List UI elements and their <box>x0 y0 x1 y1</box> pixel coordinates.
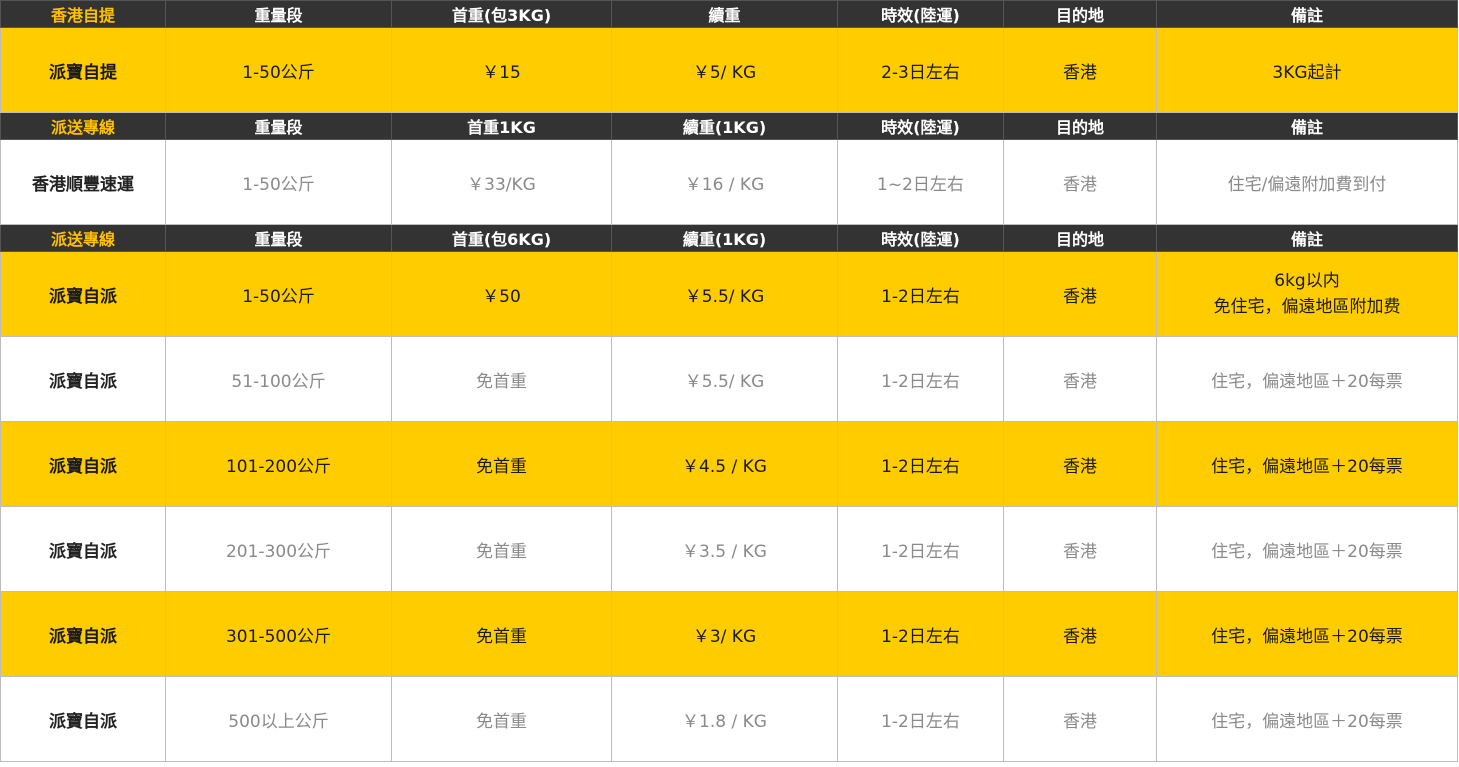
remarks: 住宅，偏遠地區＋20每票 <box>1156 676 1458 762</box>
destination: 香港 <box>1003 336 1157 422</box>
column-header-weight: 重量段 <box>165 112 392 140</box>
transit-time: 1-2日左右 <box>837 506 1004 592</box>
remarks-line-2: 免住宅，偏遠地區附加费 <box>1213 297 1401 317</box>
column-header-additional-weight: 續重(1KG) <box>611 112 838 140</box>
transit-time: 1-2日左右 <box>837 676 1004 762</box>
shipping-rates-table: 香港自提 重量段 首重(包3KG) 續重 時效(陸運) 目的地 備註 派寶自提 … <box>0 0 1458 762</box>
section-title: 香港自提 <box>0 0 166 28</box>
header-row-sf-express: 派送專線 重量段 首重1KG 續重(1KG) 時效(陸運) 目的地 備註 <box>0 112 1458 140</box>
additional-weight-price: ￥5.5/ KG <box>611 336 838 422</box>
destination: 香港 <box>1003 421 1157 507</box>
table-row: 派寶自派 1-50公斤 ￥50 ￥5.5/ KG 1-2日左右 香港 6kg以内… <box>0 251 1458 337</box>
remarks: 住宅，偏遠地區＋20每票 <box>1156 421 1458 507</box>
table-row: 派寶自派 51-100公斤 免首重 ￥5.5/ KG 1-2日左右 香港 住宅，… <box>0 336 1458 422</box>
remarks: 住宅/偏遠附加費到付 <box>1156 139 1458 225</box>
column-header-destination: 目的地 <box>1003 224 1157 252</box>
header-row-self-delivery: 派送專線 重量段 首重(包6KG) 續重(1KG) 時效(陸運) 目的地 備註 <box>0 224 1458 252</box>
weight-range: 1-50公斤 <box>165 27 392 113</box>
first-weight-price: ￥15 <box>391 27 612 113</box>
header-row-pickup: 香港自提 重量段 首重(包3KG) 續重 時效(陸運) 目的地 備註 <box>0 0 1458 28</box>
destination: 香港 <box>1003 676 1157 762</box>
column-header-transit-time: 時效(陸運) <box>837 224 1004 252</box>
column-header-transit-time: 時效(陸運) <box>837 112 1004 140</box>
remarks: 住宅，偏遠地區＋20每票 <box>1156 506 1458 592</box>
column-header-weight: 重量段 <box>165 0 392 28</box>
transit-time: 1-2日左右 <box>837 251 1004 337</box>
additional-weight-price: ￥1.8 / KG <box>611 676 838 762</box>
first-weight-price: ￥33/KG <box>391 139 612 225</box>
column-header-destination: 目的地 <box>1003 112 1157 140</box>
table-row: 派寶自派 201-300公斤 免首重 ￥3.5 / KG 1-2日左右 香港 住… <box>0 506 1458 592</box>
service-name: 派寶自派 <box>0 676 166 762</box>
table-row: 派寶自提 1-50公斤 ￥15 ￥5/ KG 2-3日左右 香港 3KG起計 <box>0 27 1458 113</box>
remarks: 3KG起計 <box>1156 27 1458 113</box>
additional-weight-price: ￥16 / KG <box>611 139 838 225</box>
weight-range: 1-50公斤 <box>165 251 392 337</box>
service-name: 派寶自派 <box>0 421 166 507</box>
first-weight-price: 免首重 <box>391 336 612 422</box>
column-header-remarks: 備註 <box>1156 224 1458 252</box>
column-header-destination: 目的地 <box>1003 0 1157 28</box>
destination: 香港 <box>1003 591 1157 677</box>
destination: 香港 <box>1003 251 1157 337</box>
additional-weight-price: ￥5.5/ KG <box>611 251 838 337</box>
service-name: 派寶自派 <box>0 251 166 337</box>
transit-time: 1-2日左右 <box>837 591 1004 677</box>
weight-range: 51-100公斤 <box>165 336 392 422</box>
column-header-additional-weight: 續重 <box>611 0 838 28</box>
service-name: 派寶自提 <box>0 27 166 113</box>
service-name: 香港順豐速運 <box>0 139 166 225</box>
first-weight-price: ￥50 <box>391 251 612 337</box>
column-header-additional-weight: 續重(1KG) <box>611 224 838 252</box>
table-row: 派寶自派 101-200公斤 免首重 ￥4.5 / KG 1-2日左右 香港 住… <box>0 421 1458 507</box>
column-header-first-weight: 首重(包6KG) <box>391 224 612 252</box>
service-name: 派寶自派 <box>0 506 166 592</box>
remarks: 住宅，偏遠地區＋20每票 <box>1156 336 1458 422</box>
column-header-remarks: 備註 <box>1156 112 1458 140</box>
section-title: 派送專線 <box>0 224 166 252</box>
destination: 香港 <box>1003 506 1157 592</box>
transit-time: 1-2日左右 <box>837 336 1004 422</box>
weight-range: 301-500公斤 <box>165 591 392 677</box>
service-name: 派寶自派 <box>0 336 166 422</box>
remarks: 住宅，偏遠地區＋20每票 <box>1156 591 1458 677</box>
column-header-first-weight: 首重1KG <box>391 112 612 140</box>
weight-range: 101-200公斤 <box>165 421 392 507</box>
additional-weight-price: ￥4.5 / KG <box>611 421 838 507</box>
weight-range: 201-300公斤 <box>165 506 392 592</box>
transit-time: 2-3日左右 <box>837 27 1004 113</box>
section-title: 派送專線 <box>0 112 166 140</box>
table-row: 派寶自派 500以上公斤 免首重 ￥1.8 / KG 1-2日左右 香港 住宅，… <box>0 676 1458 762</box>
remarks-line-1: 6kg以内 <box>1274 271 1340 291</box>
additional-weight-price: ￥3.5 / KG <box>611 506 838 592</box>
table-row: 香港順豐速運 1-50公斤 ￥33/KG ￥16 / KG 1~2日左右 香港 … <box>0 139 1458 225</box>
additional-weight-price: ￥3/ KG <box>611 591 838 677</box>
first-weight-price: 免首重 <box>391 421 612 507</box>
transit-time: 1-2日左右 <box>837 421 1004 507</box>
service-name: 派寶自派 <box>0 591 166 677</box>
destination: 香港 <box>1003 139 1157 225</box>
weight-range: 500以上公斤 <box>165 676 392 762</box>
column-header-transit-time: 時效(陸運) <box>837 0 1004 28</box>
first-weight-price: 免首重 <box>391 506 612 592</box>
transit-time: 1~2日左右 <box>837 139 1004 225</box>
weight-range: 1-50公斤 <box>165 139 392 225</box>
column-header-first-weight: 首重(包3KG) <box>391 0 612 28</box>
first-weight-price: 免首重 <box>391 676 612 762</box>
remarks: 6kg以内 免住宅，偏遠地區附加费 <box>1156 251 1458 337</box>
additional-weight-price: ￥5/ KG <box>611 27 838 113</box>
column-header-remarks: 備註 <box>1156 0 1458 28</box>
destination: 香港 <box>1003 27 1157 113</box>
column-header-weight: 重量段 <box>165 224 392 252</box>
table-row: 派寶自派 301-500公斤 免首重 ￥3/ KG 1-2日左右 香港 住宅，偏… <box>0 591 1458 677</box>
first-weight-price: 免首重 <box>391 591 612 677</box>
